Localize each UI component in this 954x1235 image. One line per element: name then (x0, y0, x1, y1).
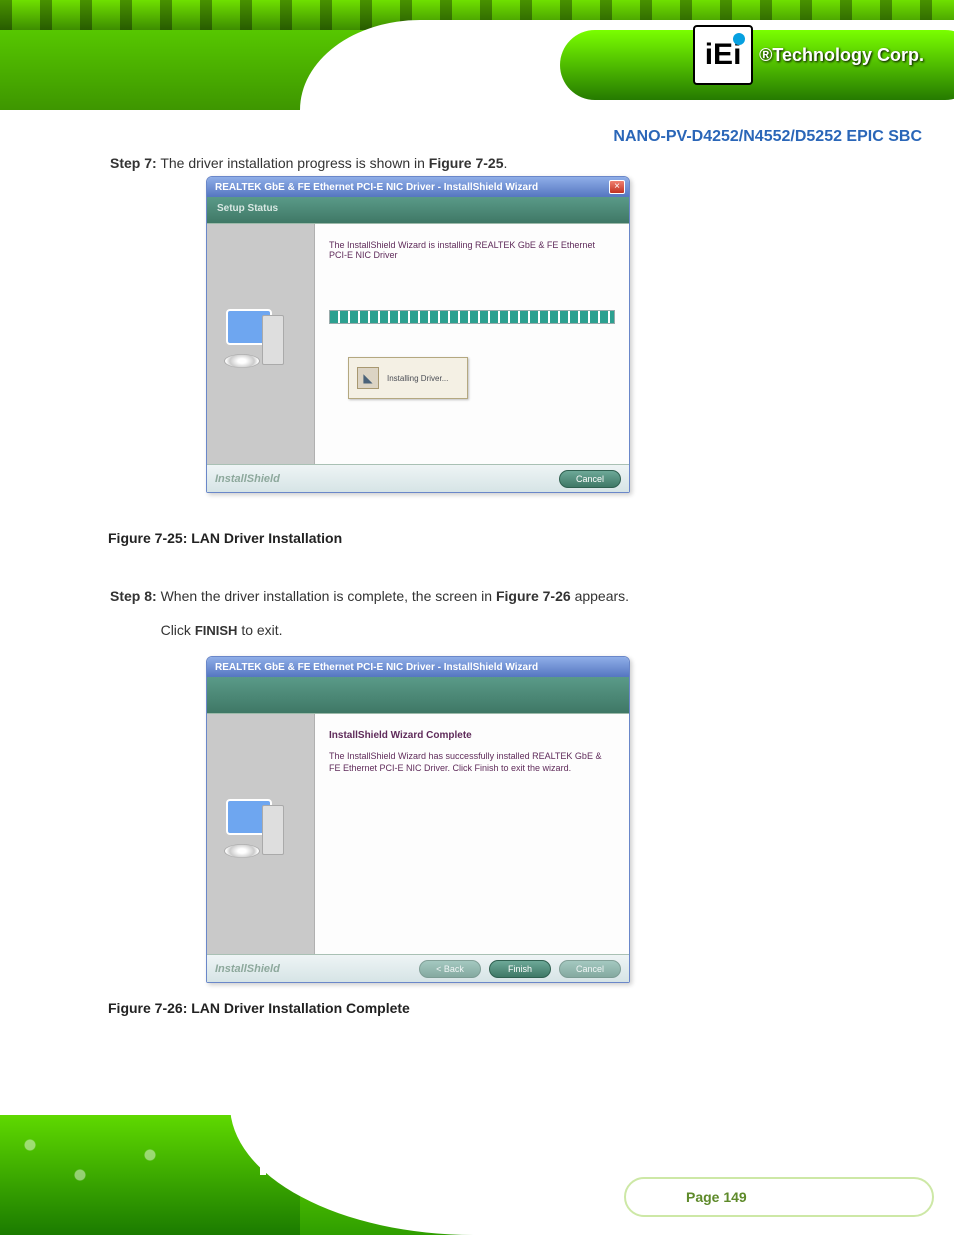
progress-fill (330, 311, 614, 323)
step-7-figref: Figure 7-25 (429, 155, 504, 171)
titlebar: REALTEK GbE & FE Ethernet PCI-E NIC Driv… (207, 177, 629, 197)
step-7-label: Step 7: (110, 155, 157, 171)
cancel-button[interactable]: Cancel (559, 470, 621, 488)
step-7-line: Step 7: The driver installation progress… (110, 155, 507, 171)
back-button[interactable]: < Back (419, 960, 481, 978)
installer-popup-icon: ◣ (357, 367, 379, 389)
step-8-body2: appears. (575, 588, 629, 604)
step-8-body4: to exit. (241, 622, 282, 638)
header-band-2 (207, 677, 629, 713)
page-footer: Page 149 (0, 1115, 954, 1235)
content-panel: The InstallShield Wizard is installing R… (315, 224, 629, 464)
page-number-pill: Page 149 (624, 1177, 934, 1217)
step-8-figref: Figure 7-26 (496, 588, 571, 604)
titlebar-2: REALTEK GbE & FE Ethernet PCI-E NIC Driv… (207, 657, 629, 677)
step-7-suffix: . (504, 155, 508, 171)
brand-tagline: ®Technology Corp. (759, 45, 924, 66)
install-message: The InstallShield Wizard is installing R… (329, 240, 615, 260)
document-title: NANO-PV-D4252/N4552/D5252 EPIC SBC (613, 128, 922, 146)
page-number: Page 149 (686, 1189, 747, 1205)
logo-area: iEi ®Technology Corp. (693, 25, 924, 85)
button-row: < Back Finish Cancel (419, 960, 621, 978)
step-8-block: Step 8: When the driver installation is … (110, 580, 810, 647)
footer-curve (260, 1055, 760, 1175)
step-8-label: Step 8: (110, 588, 157, 604)
step-7-body: The driver installation progress is show… (160, 155, 428, 171)
installshield-brand: InstallShield (215, 473, 280, 485)
figure-7-25-caption: Figure 7-25: LAN Driver Installation (108, 530, 342, 546)
complete-message: The InstallShield Wizard has successfull… (329, 751, 615, 774)
side-panel-2 (207, 714, 315, 954)
installer-2-footer: InstallShield < Back Finish Cancel (207, 954, 629, 982)
iei-logo-icon: iEi (693, 25, 753, 85)
titlebar-text: REALTEK GbE & FE Ethernet PCI-E NIC Driv… (215, 182, 538, 193)
figure-7-26-caption: Figure 7-26: LAN Driver Installation Com… (108, 1000, 410, 1016)
close-icon[interactable]: × (609, 180, 625, 194)
installing-popup-text: Installing Driver... (387, 374, 448, 383)
titlebar-2-text: REALTEK GbE & FE Ethernet PCI-E NIC Driv… (215, 662, 538, 673)
installer-complete-window: REALTEK GbE & FE Ethernet PCI-E NIC Driv… (206, 656, 630, 983)
cancel-button-2[interactable]: Cancel (559, 960, 621, 978)
computer-icon (226, 309, 296, 379)
installshield-brand-2: InstallShield (215, 963, 280, 975)
side-panel (207, 224, 315, 464)
step-8-body1: When the driver installation is complete… (161, 588, 496, 604)
step-8-body3: Click (161, 622, 195, 638)
complete-heading: InstallShield Wizard Complete (329, 730, 615, 741)
installer-2-body: InstallShield Wizard Complete The Instal… (207, 713, 629, 954)
setup-status-header: Setup Status (207, 197, 629, 223)
progress-bar: ◣ Installing Driver... (329, 310, 615, 324)
installer-progress-window: REALTEK GbE & FE Ethernet PCI-E NIC Driv… (206, 176, 630, 493)
finish-button[interactable]: Finish (489, 960, 551, 978)
content-panel-2: InstallShield Wizard Complete The Instal… (315, 714, 629, 954)
installer-footer: InstallShield Cancel (207, 464, 629, 492)
installing-popup: ◣ Installing Driver... (348, 357, 468, 399)
step-8-finish-ref: Finish (195, 623, 238, 638)
installer-body: The InstallShield Wizard is installing R… (207, 223, 629, 464)
computer-icon-2 (226, 799, 296, 869)
page-header: iEi ®Technology Corp. (0, 0, 954, 110)
